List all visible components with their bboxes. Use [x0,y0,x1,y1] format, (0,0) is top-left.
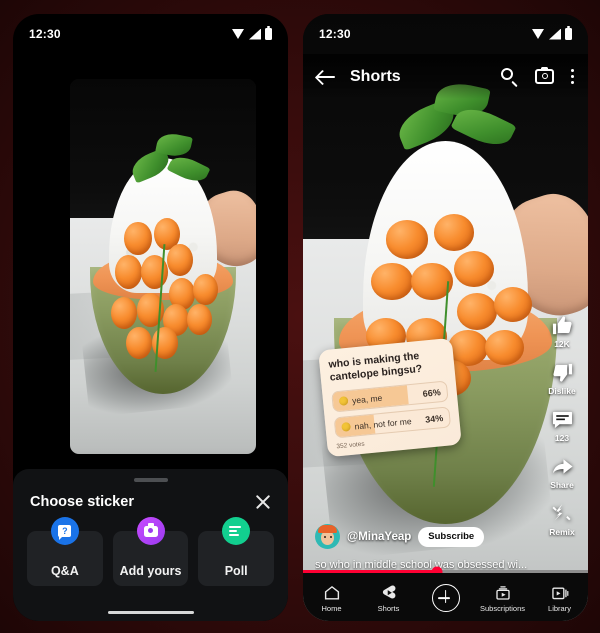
thumbs-down-icon [552,363,572,382]
status-time: 12:30 [319,27,351,41]
avatar[interactable] [315,524,340,549]
nav-item-create[interactable] [420,584,472,612]
poll-question: who is making the cantelope bingsu? [327,350,423,384]
sticker-option-add-yours[interactable]: Add yours [112,517,189,586]
comment-count: 123 [554,433,570,443]
sticker-label: Add yours [119,564,182,578]
remix-button[interactable]: Remix [549,502,575,537]
left-phone: 12:30 Choose sticker ? Q&A Add yours Pol… [13,14,288,621]
wifi-icon [532,29,545,39]
poll-option-label: nah, not for me [354,415,412,432]
status-time: 12:30 [29,27,61,41]
right-phone: 12:30 Shorts who is making the cantelope… [303,14,588,621]
mint-garnish [128,130,210,200]
camera-icon[interactable] [535,66,554,84]
video-preview[interactable] [70,79,256,454]
nav-label: Library [548,603,571,613]
shorts-top-bar: Shorts [303,54,588,99]
signal-icon [249,28,261,40]
back-arrow-icon[interactable] [316,68,336,86]
page-title: Shorts [350,67,401,85]
library-icon [551,587,568,599]
share-icon [552,459,573,474]
right-status-bar: 12:30 [303,14,588,54]
status-icon-group [532,26,572,40]
melon-ball [114,255,142,289]
comment-button[interactable]: 123 [551,408,574,443]
nav-item-library[interactable]: Library [534,584,586,613]
dislike-button[interactable]: Dislike [548,361,576,396]
poll-option-label: yea, me [351,392,383,406]
poll-sticker[interactable]: who is making the cantelope bingsu? yea,… [318,337,462,458]
melon-ball [454,250,494,288]
more-vertical-icon[interactable] [571,68,575,85]
melon-ball [385,220,429,259]
share-label: Share [550,480,574,490]
status-icon-group [232,26,272,40]
channel-name[interactable]: @MinaYeap [347,531,411,543]
sticker-option-qa[interactable]: ? Q&A [27,517,103,586]
like-button[interactable]: 12K [551,314,574,349]
create-plus-icon [431,584,460,612]
sheet-title: Choose sticker [30,494,134,510]
sheet-drag-handle[interactable] [133,478,168,482]
screenshot-stage: 12:30 Choose sticker ? Q&A Add yours Pol… [0,0,600,633]
left-status-bar: 12:30 [13,14,288,54]
melon-ball [485,329,524,365]
bottom-navigation: Home Shorts Subscriptions Library [303,573,588,621]
nav-label: Subscriptions [479,603,526,613]
wifi-icon [232,29,245,39]
poll-option-percent: 66% [422,386,442,399]
shorts-icon [382,585,395,598]
battery-icon [265,26,272,40]
camera-icon [136,517,165,545]
nav-item-subscriptions[interactable]: Subscriptions [477,584,529,613]
home-icon [324,585,339,599]
comment-icon [552,411,572,429]
sheet-header: Choose sticker [30,489,274,515]
subscriptions-icon [495,585,510,600]
sticker-options: ? Q&A Add yours Poll [27,517,275,586]
melon-ball [110,296,137,329]
melon-ball [456,293,497,330]
share-button[interactable]: Share [550,455,574,490]
melon-ball [123,221,152,256]
signal-icon [549,28,561,40]
search-icon[interactable] [501,68,518,85]
phones-container: 12:30 Choose sticker ? Q&A Add yours Pol… [0,0,600,633]
melon-ball [371,262,413,301]
action-rail: 12K Dislike 123 Share Remix [540,314,584,549]
question-bubble-icon: ? [50,517,79,545]
melon-ball [192,274,218,306]
sticker-label: Poll [224,564,248,578]
sticker-label: Q&A [50,564,79,578]
topbar-icon-group [501,66,575,85]
dessert-image [70,79,256,454]
close-icon[interactable] [252,491,274,513]
smiley-emoji [338,396,349,407]
thumbs-up-icon [552,316,572,335]
smiley-emoji [341,422,352,433]
sticker-option-poll[interactable]: Poll [198,517,275,586]
melon-ball [166,244,193,277]
nav-label: Shorts [377,603,400,613]
home-indicator [107,610,194,614]
poll-option-percent: 34% [424,412,444,425]
nav-item-home[interactable]: Home [306,584,358,613]
remix-icon [552,504,571,521]
nav-label: Home [321,603,342,613]
poll-bars-icon [222,517,251,545]
mint-leaf [166,151,210,187]
channel-row: @MinaYeap Subscribe [315,524,485,549]
like-count: 12K [554,339,570,349]
choose-sticker-sheet: Choose sticker ? Q&A Add yours Poll [13,469,288,621]
melon-ball [434,214,474,251]
dislike-label: Dislike [548,386,576,396]
battery-icon [565,26,572,40]
nav-item-shorts[interactable]: Shorts [363,584,415,613]
subscribe-button[interactable]: Subscribe [418,526,485,547]
remix-label: Remix [549,527,575,537]
melon-ball [125,326,152,359]
